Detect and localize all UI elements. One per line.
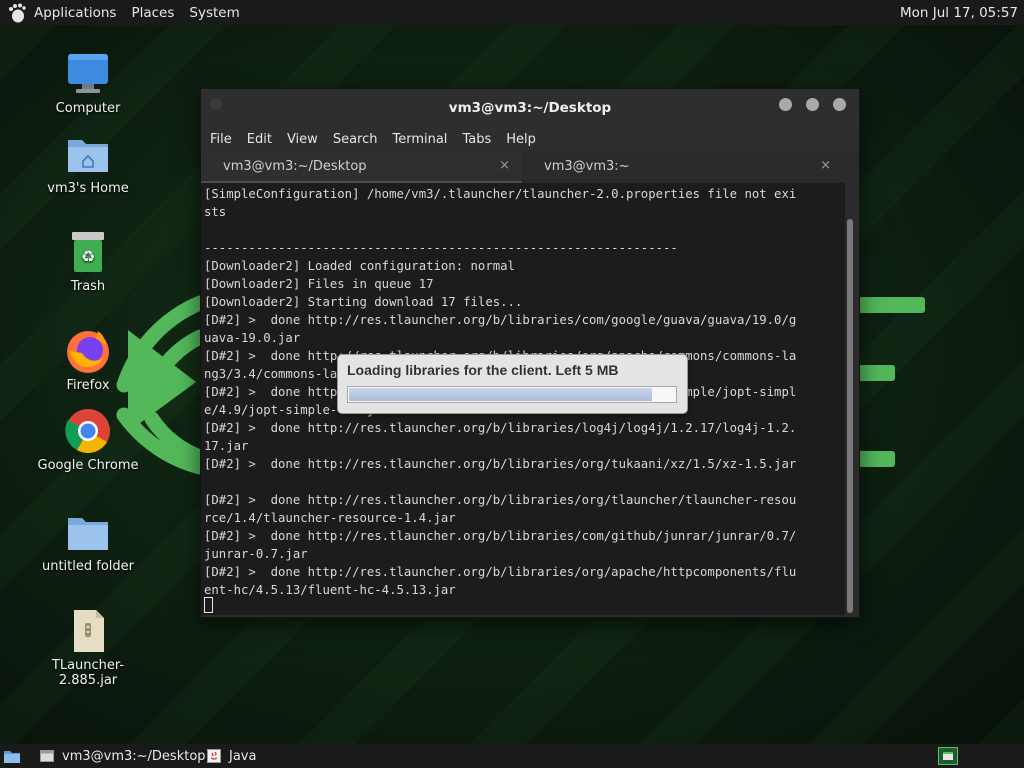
- menu-applications[interactable]: Applications: [34, 5, 116, 21]
- clock[interactable]: Mon Jul 17, 05:57: [900, 5, 1018, 21]
- menu-edit[interactable]: Edit: [247, 132, 272, 147]
- terminal-cursor: [204, 597, 213, 613]
- tab-desktop[interactable]: vm3@vm3:~/Desktop ×: [201, 151, 522, 183]
- home-folder-icon: [68, 140, 108, 172]
- taskbar-item-label: Java: [229, 748, 257, 764]
- workspace-switcher-icon[interactable]: [938, 747, 958, 765]
- trash-icon: ♻: [72, 232, 104, 272]
- menu-view[interactable]: View: [287, 132, 318, 147]
- menu-search[interactable]: Search: [333, 132, 378, 147]
- taskbar-item-label: vm3@vm3:~/Desktop: [62, 748, 206, 764]
- taskbar-item-terminal[interactable]: vm3@vm3:~/Desktop: [40, 746, 206, 766]
- gnome-foot-icon[interactable]: [7, 3, 27, 23]
- window-title: vm3@vm3:~/Desktop: [448, 100, 612, 116]
- loading-progress-bar: [347, 386, 677, 403]
- taskbar-item-java[interactable]: Java: [207, 746, 256, 766]
- jar-file-icon: [74, 610, 104, 652]
- terminal-window[interactable]: vm3@vm3:~/Desktop File Edit View Search …: [200, 88, 860, 618]
- desktop-icon-home[interactable]: vm3's Home: [33, 130, 143, 196]
- terminal-titlebar[interactable]: vm3@vm3:~/Desktop: [201, 89, 859, 127]
- desktop-icon-label: untitled folder: [41, 559, 134, 574]
- menu-places[interactable]: Places: [131, 5, 174, 21]
- folder-icon: [68, 518, 108, 550]
- desktop-icon-label: Computer: [55, 101, 121, 116]
- terminal-scrollbar[interactable]: [847, 219, 853, 613]
- menu-tabs[interactable]: Tabs: [462, 132, 491, 147]
- loading-message: Loading libraries for the client. Left 5…: [347, 362, 619, 378]
- maximize-button[interactable]: [806, 98, 819, 111]
- svg-text:♻: ♻: [81, 247, 95, 266]
- desktop-icon-chrome[interactable]: Google Chrome: [33, 407, 143, 473]
- menu-file[interactable]: File: [210, 132, 232, 147]
- menu-system[interactable]: System: [189, 5, 239, 21]
- desktop-icon-label: TLauncher-2.885.jar: [51, 658, 125, 688]
- desktop-icon-label: Firefox: [66, 378, 110, 393]
- close-tab-icon[interactable]: ×: [499, 158, 510, 173]
- bottom-panel: vm3@vm3:~/Desktop Java: [0, 744, 1024, 768]
- desktop-icon-untitled-folder[interactable]: untitled folder: [33, 508, 143, 574]
- loading-progress-fill: [349, 388, 652, 401]
- terminal-icon: [40, 750, 54, 762]
- loading-dialog: Loading libraries for the client. Left 5…: [337, 354, 688, 414]
- desktop-icon-tlauncher-jar[interactable]: TLauncher-2.885.jar: [33, 607, 143, 688]
- desktop-icon-trash[interactable]: ♻ Trash: [33, 228, 143, 294]
- close-tab-icon[interactable]: ×: [820, 158, 831, 173]
- show-desktop-icon[interactable]: [3, 748, 21, 764]
- chrome-icon: [65, 409, 110, 453]
- desktop-icon-label: vm3's Home: [47, 181, 129, 196]
- tab-label: vm3@vm3:~: [544, 159, 630, 174]
- terminal-tabs: vm3@vm3:~/Desktop × vm3@vm3:~ ×: [201, 151, 859, 183]
- desktop-icon-label: Trash: [70, 279, 106, 294]
- terminal-menubar: File Edit View Search Terminal Tabs Help: [201, 127, 859, 151]
- top-panel: Applications Places System Mon Jul 17, 0…: [0, 0, 1024, 25]
- tab-home[interactable]: vm3@vm3:~ ×: [522, 151, 843, 183]
- desktop-icon-firefox[interactable]: Firefox: [33, 327, 143, 393]
- tab-label: vm3@vm3:~/Desktop: [223, 159, 367, 174]
- desktop-icon-computer[interactable]: Computer: [33, 50, 143, 116]
- java-icon: [207, 749, 221, 763]
- menu-help[interactable]: Help: [506, 132, 536, 147]
- computer-icon: [68, 54, 108, 93]
- minimize-button[interactable]: [779, 98, 792, 111]
- firefox-icon: [67, 331, 109, 373]
- desktop-icon-label: Google Chrome: [37, 458, 139, 473]
- close-button[interactable]: [833, 98, 846, 111]
- menu-terminal[interactable]: Terminal: [392, 132, 447, 147]
